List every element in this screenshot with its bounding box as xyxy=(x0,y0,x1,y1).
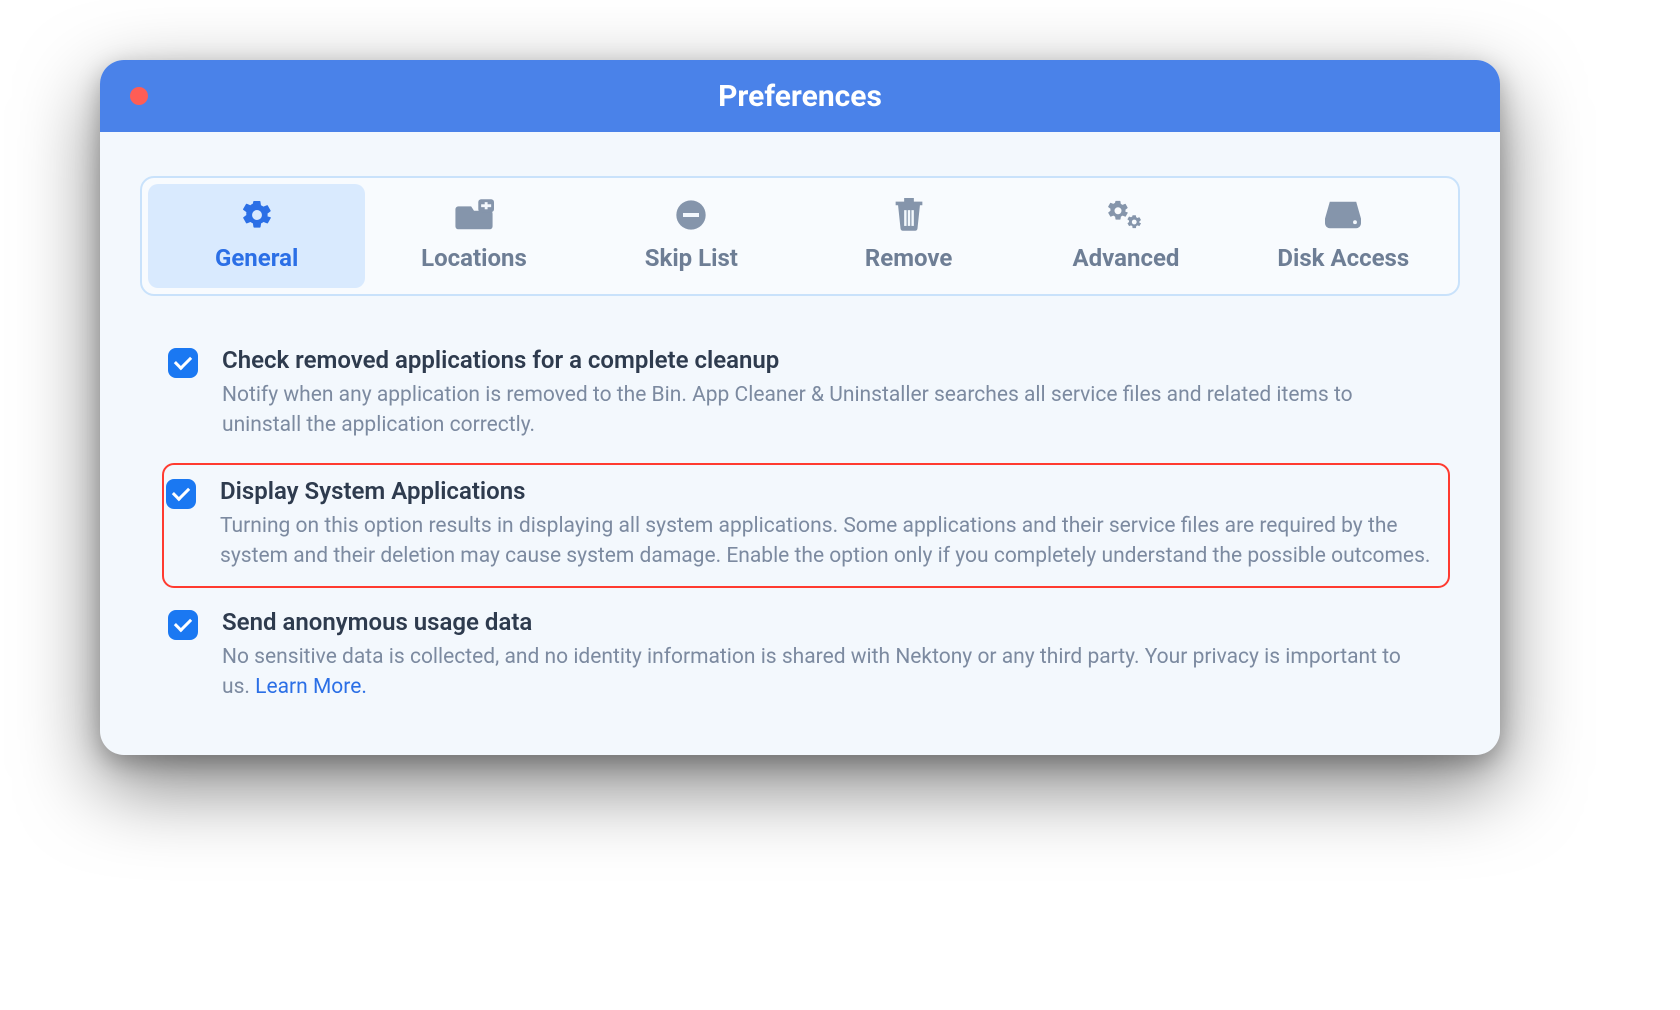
tab-general[interactable]: General xyxy=(148,184,365,288)
option-display-system-apps: Display System Applications Turning on t… xyxy=(162,463,1450,588)
tab-remove[interactable]: Remove xyxy=(800,184,1017,288)
option-text: Send anonymous usage data No sensitive d… xyxy=(222,608,1432,703)
option-title: Check removed applications for a complet… xyxy=(222,346,1432,374)
option-send-anonymous-data: Send anonymous usage data No sensitive d… xyxy=(164,594,1448,719)
disk-icon xyxy=(1325,198,1361,232)
content-area: General Locations Skip List Remove xyxy=(100,132,1500,755)
option-check-removed: Check removed applications for a complet… xyxy=(164,332,1448,457)
titlebar: Preferences xyxy=(100,60,1500,132)
trash-icon xyxy=(894,198,924,232)
option-text: Check removed applications for a complet… xyxy=(222,346,1432,441)
option-desc: No sensitive data is collected, and no i… xyxy=(222,642,1432,703)
option-text: Display System Applications Turning on t… xyxy=(220,477,1434,572)
tab-label: Skip List xyxy=(645,244,738,272)
preferences-window: Preferences General Locations Skip Lis xyxy=(100,60,1500,755)
checkbox-check-removed[interactable] xyxy=(168,348,198,378)
learn-more-link[interactable]: Learn More. xyxy=(255,675,367,699)
tab-disk-access[interactable]: Disk Access xyxy=(1235,184,1452,288)
tab-advanced[interactable]: Advanced xyxy=(1017,184,1234,288)
tab-locations[interactable]: Locations xyxy=(365,184,582,288)
folder-plus-icon xyxy=(454,198,494,232)
option-title: Display System Applications xyxy=(220,477,1434,505)
minus-circle-icon xyxy=(675,198,707,232)
checkbox-display-system-apps[interactable] xyxy=(166,479,196,509)
tab-skip-list[interactable]: Skip List xyxy=(583,184,800,288)
option-desc: Turning on this option results in displa… xyxy=(220,511,1434,572)
option-desc: Notify when any application is removed t… xyxy=(222,380,1432,441)
tab-label: Disk Access xyxy=(1277,244,1409,272)
tab-label: General xyxy=(215,244,298,272)
tab-bar: General Locations Skip List Remove xyxy=(140,176,1460,296)
tab-label: Locations xyxy=(421,244,527,272)
gear-icon xyxy=(240,198,274,232)
window-title: Preferences xyxy=(718,79,882,114)
options-list: Check removed applications for a complet… xyxy=(140,332,1460,719)
close-button[interactable] xyxy=(130,87,148,105)
tab-label: Advanced xyxy=(1073,244,1180,272)
option-title: Send anonymous usage data xyxy=(222,608,1432,636)
gears-icon xyxy=(1106,198,1146,232)
checkbox-send-anonymous-data[interactable] xyxy=(168,610,198,640)
option-desc-text: No sensitive data is collected, and no i… xyxy=(222,645,1401,699)
tab-label: Remove xyxy=(865,244,952,272)
